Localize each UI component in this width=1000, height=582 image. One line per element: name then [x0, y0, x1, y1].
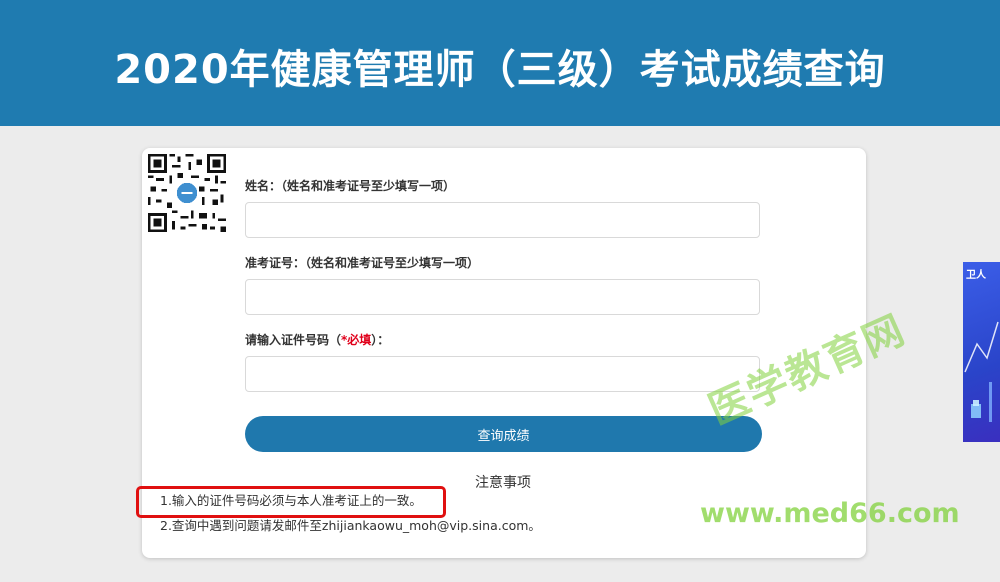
note-item: 2.查询中遇到问题请发邮件至zhijiankaowu_moh@vip.sina.…: [160, 518, 541, 533]
ad-text: 卫人: [966, 270, 986, 281]
name-input[interactable]: [245, 202, 760, 238]
id-number-label: 请输入证件号码（*必填）：: [245, 332, 389, 348]
id-number-input[interactable]: [245, 356, 760, 392]
query-score-button[interactable]: 查询成绩: [245, 416, 762, 452]
required-marker: *必填: [341, 333, 372, 347]
header-banner: 2020年健康管理师（三级）考试成绩查询: [0, 0, 1000, 126]
watermark-url: www.med66.com: [700, 498, 960, 529]
id-label-prefix: 请输入证件号码（: [245, 333, 342, 347]
side-advertisement[interactable]: 卫人: [963, 262, 1000, 442]
page-title: 2020年健康管理师（三级）考试成绩查询: [114, 47, 886, 93]
notes-title: 注意事项: [475, 475, 531, 491]
ticket-label: 准考证号：（姓名和准考证号至少填写一项）: [245, 256, 480, 270]
id-label-suffix: ）：: [371, 333, 390, 347]
highlight-annotation: [136, 486, 446, 518]
name-label: 姓名：（姓名和准考证号至少填写一项）: [245, 179, 456, 193]
qr-code-icon: [148, 154, 226, 232]
ad-graphic-icon: [964, 321, 999, 422]
ticket-number-input[interactable]: [245, 279, 760, 315]
